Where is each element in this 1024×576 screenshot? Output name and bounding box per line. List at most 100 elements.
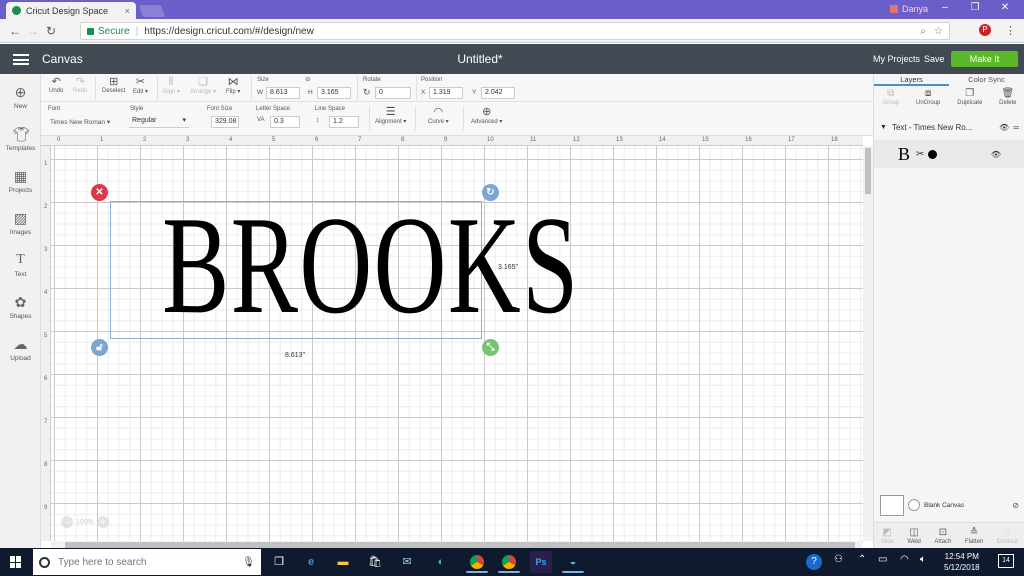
- notification-center-icon[interactable]: 14: [998, 554, 1014, 568]
- forward-icon[interactable]: →: [24, 24, 42, 38]
- task-view-icon[interactable]: ❐: [268, 551, 290, 573]
- edge-browser-icon[interactable]: e: [300, 551, 322, 573]
- sidebar-item-shapes[interactable]: ✿ Shapes: [0, 294, 41, 320]
- rotate-handle-icon[interactable]: ↻: [482, 184, 499, 201]
- microphone-icon[interactable]: 🎙︎: [242, 557, 255, 568]
- font-size-input[interactable]: 329.08: [211, 116, 239, 128]
- network-icon[interactable]: ▭: [878, 554, 887, 565]
- menu-dots-icon[interactable]: ⋮: [1005, 24, 1016, 37]
- eye-icon[interactable]: 👁︎: [999, 123, 1009, 132]
- rotate-input[interactable]: 0: [375, 87, 411, 99]
- font-select[interactable]: Times New Roman ▾: [50, 118, 110, 126]
- wifi-icon[interactable]: ◠: [900, 554, 909, 565]
- bookmark-star-icon[interactable]: ☆: [934, 26, 943, 37]
- minimize-icon[interactable]: –: [930, 2, 960, 13]
- width-input[interactable]: 8.613: [266, 87, 300, 99]
- sidebar-item-templates[interactable]: 👕︎ Templates: [0, 126, 41, 152]
- browser-tab[interactable]: Cricut Design Space ×: [6, 2, 136, 19]
- edit-button[interactable]: ✂ Edit ▾: [133, 76, 148, 95]
- caret-down-icon[interactable]: ▼: [880, 124, 887, 131]
- flatten-button[interactable]: ≙ Flatten: [965, 527, 983, 545]
- save-button[interactable]: Save: [924, 54, 945, 64]
- redo-button[interactable]: ↷ Redo: [73, 76, 87, 94]
- design-canvas[interactable]: BROOKS ✕ ↻ 🔓︎ ⤡ 3.165" 8.613" − 100% +: [51, 146, 863, 541]
- help-icon[interactable]: ?: [806, 554, 822, 570]
- reload-icon[interactable]: ↻: [42, 24, 60, 38]
- app-c-icon[interactable]: ◐: [430, 551, 452, 573]
- delete-handle-icon[interactable]: ✕: [91, 184, 108, 201]
- tab-close-icon[interactable]: ×: [125, 6, 130, 16]
- align-button[interactable]: ⫴ Align ▾: [162, 76, 180, 95]
- tab-layers[interactable]: Layers: [874, 74, 949, 86]
- alignment-button[interactable]: ☰ Alignment ▾: [375, 106, 406, 125]
- line-space-input[interactable]: 1.2: [329, 116, 359, 128]
- taskbar-search[interactable]: 🎙︎: [33, 549, 261, 575]
- deselect-button[interactable]: ⊞ Deselect: [102, 76, 125, 94]
- pinterest-icon[interactable]: P: [979, 24, 991, 36]
- vertical-scroll-thumb[interactable]: [865, 148, 871, 194]
- make-it-button[interactable]: Make It: [951, 51, 1018, 67]
- close-window-icon[interactable]: ✕: [990, 2, 1020, 13]
- layer-color-swatch[interactable]: [928, 149, 938, 159]
- layer-item[interactable]: B ✂ 👁︎: [874, 140, 1024, 168]
- sidebar-item-projects[interactable]: ▦ Projects: [0, 168, 41, 194]
- zoom-lens-icon[interactable]: ⌕: [920, 26, 926, 37]
- attach-button[interactable]: ⊡ Attach: [934, 527, 951, 545]
- arrange-button[interactable]: ❏ Arrange ▾: [190, 76, 216, 95]
- height-input[interactable]: 3.165: [317, 87, 351, 99]
- weld-button[interactable]: ◫ Weld: [907, 527, 921, 545]
- sidebar-item-images[interactable]: ▨ Images: [0, 210, 41, 236]
- new-tab-button[interactable]: [138, 5, 166, 17]
- chrome-profile-icon[interactable]: [498, 551, 520, 573]
- photoshop-icon[interactable]: Ps: [530, 551, 552, 573]
- delete-button[interactable]: 🗑︎ Delete: [999, 88, 1016, 114]
- zoom-out-button[interactable]: −: [61, 516, 73, 528]
- sidebar-item-text[interactable]: T Text: [0, 252, 41, 278]
- resize-handle-icon[interactable]: ⤡: [482, 339, 499, 356]
- zoom-in-button[interactable]: +: [96, 516, 109, 528]
- blank-canvas-row[interactable]: Blank Canvas ⊘: [880, 494, 1019, 516]
- flip-button[interactable]: ⋈ Flip ▾: [226, 76, 240, 95]
- sidebar-item-upload[interactable]: ☁ Upload: [0, 336, 41, 362]
- drag-handle-icon[interactable]: ═: [1013, 123, 1019, 132]
- store-icon[interactable]: 🛍︎: [364, 551, 386, 573]
- letter-space-input[interactable]: 0.3: [270, 116, 300, 128]
- volume-icon[interactable]: 🔈︎: [920, 554, 926, 565]
- layer-group-header[interactable]: ▼ Text - Times New Ro... 👁︎ ═: [874, 118, 1024, 136]
- contour-button[interactable]: ◌ Contour: [997, 527, 1018, 545]
- slice-button[interactable]: ◩ Slice: [881, 527, 894, 545]
- taskbar-search-input[interactable]: [58, 556, 228, 568]
- tray-chevron-icon[interactable]: ⌃: [858, 554, 866, 565]
- lock-handle-icon[interactable]: 🔓︎: [91, 339, 108, 356]
- people-icon[interactable]: ⚇: [834, 554, 843, 565]
- x-position-input[interactable]: 1.319: [429, 87, 463, 99]
- group-button[interactable]: ⧉ Group: [882, 88, 899, 114]
- back-icon[interactable]: ←: [6, 24, 24, 38]
- advanced-button[interactable]: ⊕ Advanced ▾: [471, 106, 502, 125]
- duplicate-button[interactable]: ❐ Duplicate: [957, 88, 982, 114]
- undo-button[interactable]: ↶ Undo: [49, 76, 63, 94]
- style-select[interactable]: Regular ▾: [129, 116, 189, 128]
- profile-button[interactable]: Danya: [890, 4, 928, 14]
- cut-icon[interactable]: ✂: [916, 149, 924, 160]
- my-projects-link[interactable]: My Projects: [873, 54, 920, 64]
- size-lock-icon[interactable]: ⊖: [305, 75, 310, 83]
- chrome-icon[interactable]: [466, 551, 488, 573]
- curve-button[interactable]: ◠ Curve ▾: [428, 106, 449, 125]
- file-explorer-icon[interactable]: ▬: [332, 551, 354, 573]
- y-position-input[interactable]: 2.042: [481, 87, 515, 99]
- eye-icon[interactable]: 👁︎: [991, 150, 1001, 159]
- canvas-swatch[interactable]: [880, 494, 904, 516]
- tab-color-sync[interactable]: Color Sync: [949, 74, 1024, 86]
- canvas-color-circle[interactable]: [908, 499, 920, 511]
- canvas-text-object[interactable]: BROOKS: [162, 190, 578, 342]
- ungroup-button[interactable]: ⧈ UnGroup: [916, 88, 940, 114]
- cricut-app-icon[interactable]: ◒: [562, 551, 584, 573]
- windows-start-icon[interactable]: [10, 556, 22, 568]
- maximize-icon[interactable]: ❐: [960, 2, 990, 13]
- vertical-scrollbar[interactable]: [863, 146, 873, 541]
- system-clock[interactable]: 12:54 PM 5/12/2018: [944, 551, 980, 573]
- url-input[interactable]: Secure | https://design.cricut.com/#/des…: [80, 22, 950, 40]
- hidden-eye-icon[interactable]: ⊘: [1012, 501, 1019, 510]
- mail-icon[interactable]: ✉: [396, 551, 418, 573]
